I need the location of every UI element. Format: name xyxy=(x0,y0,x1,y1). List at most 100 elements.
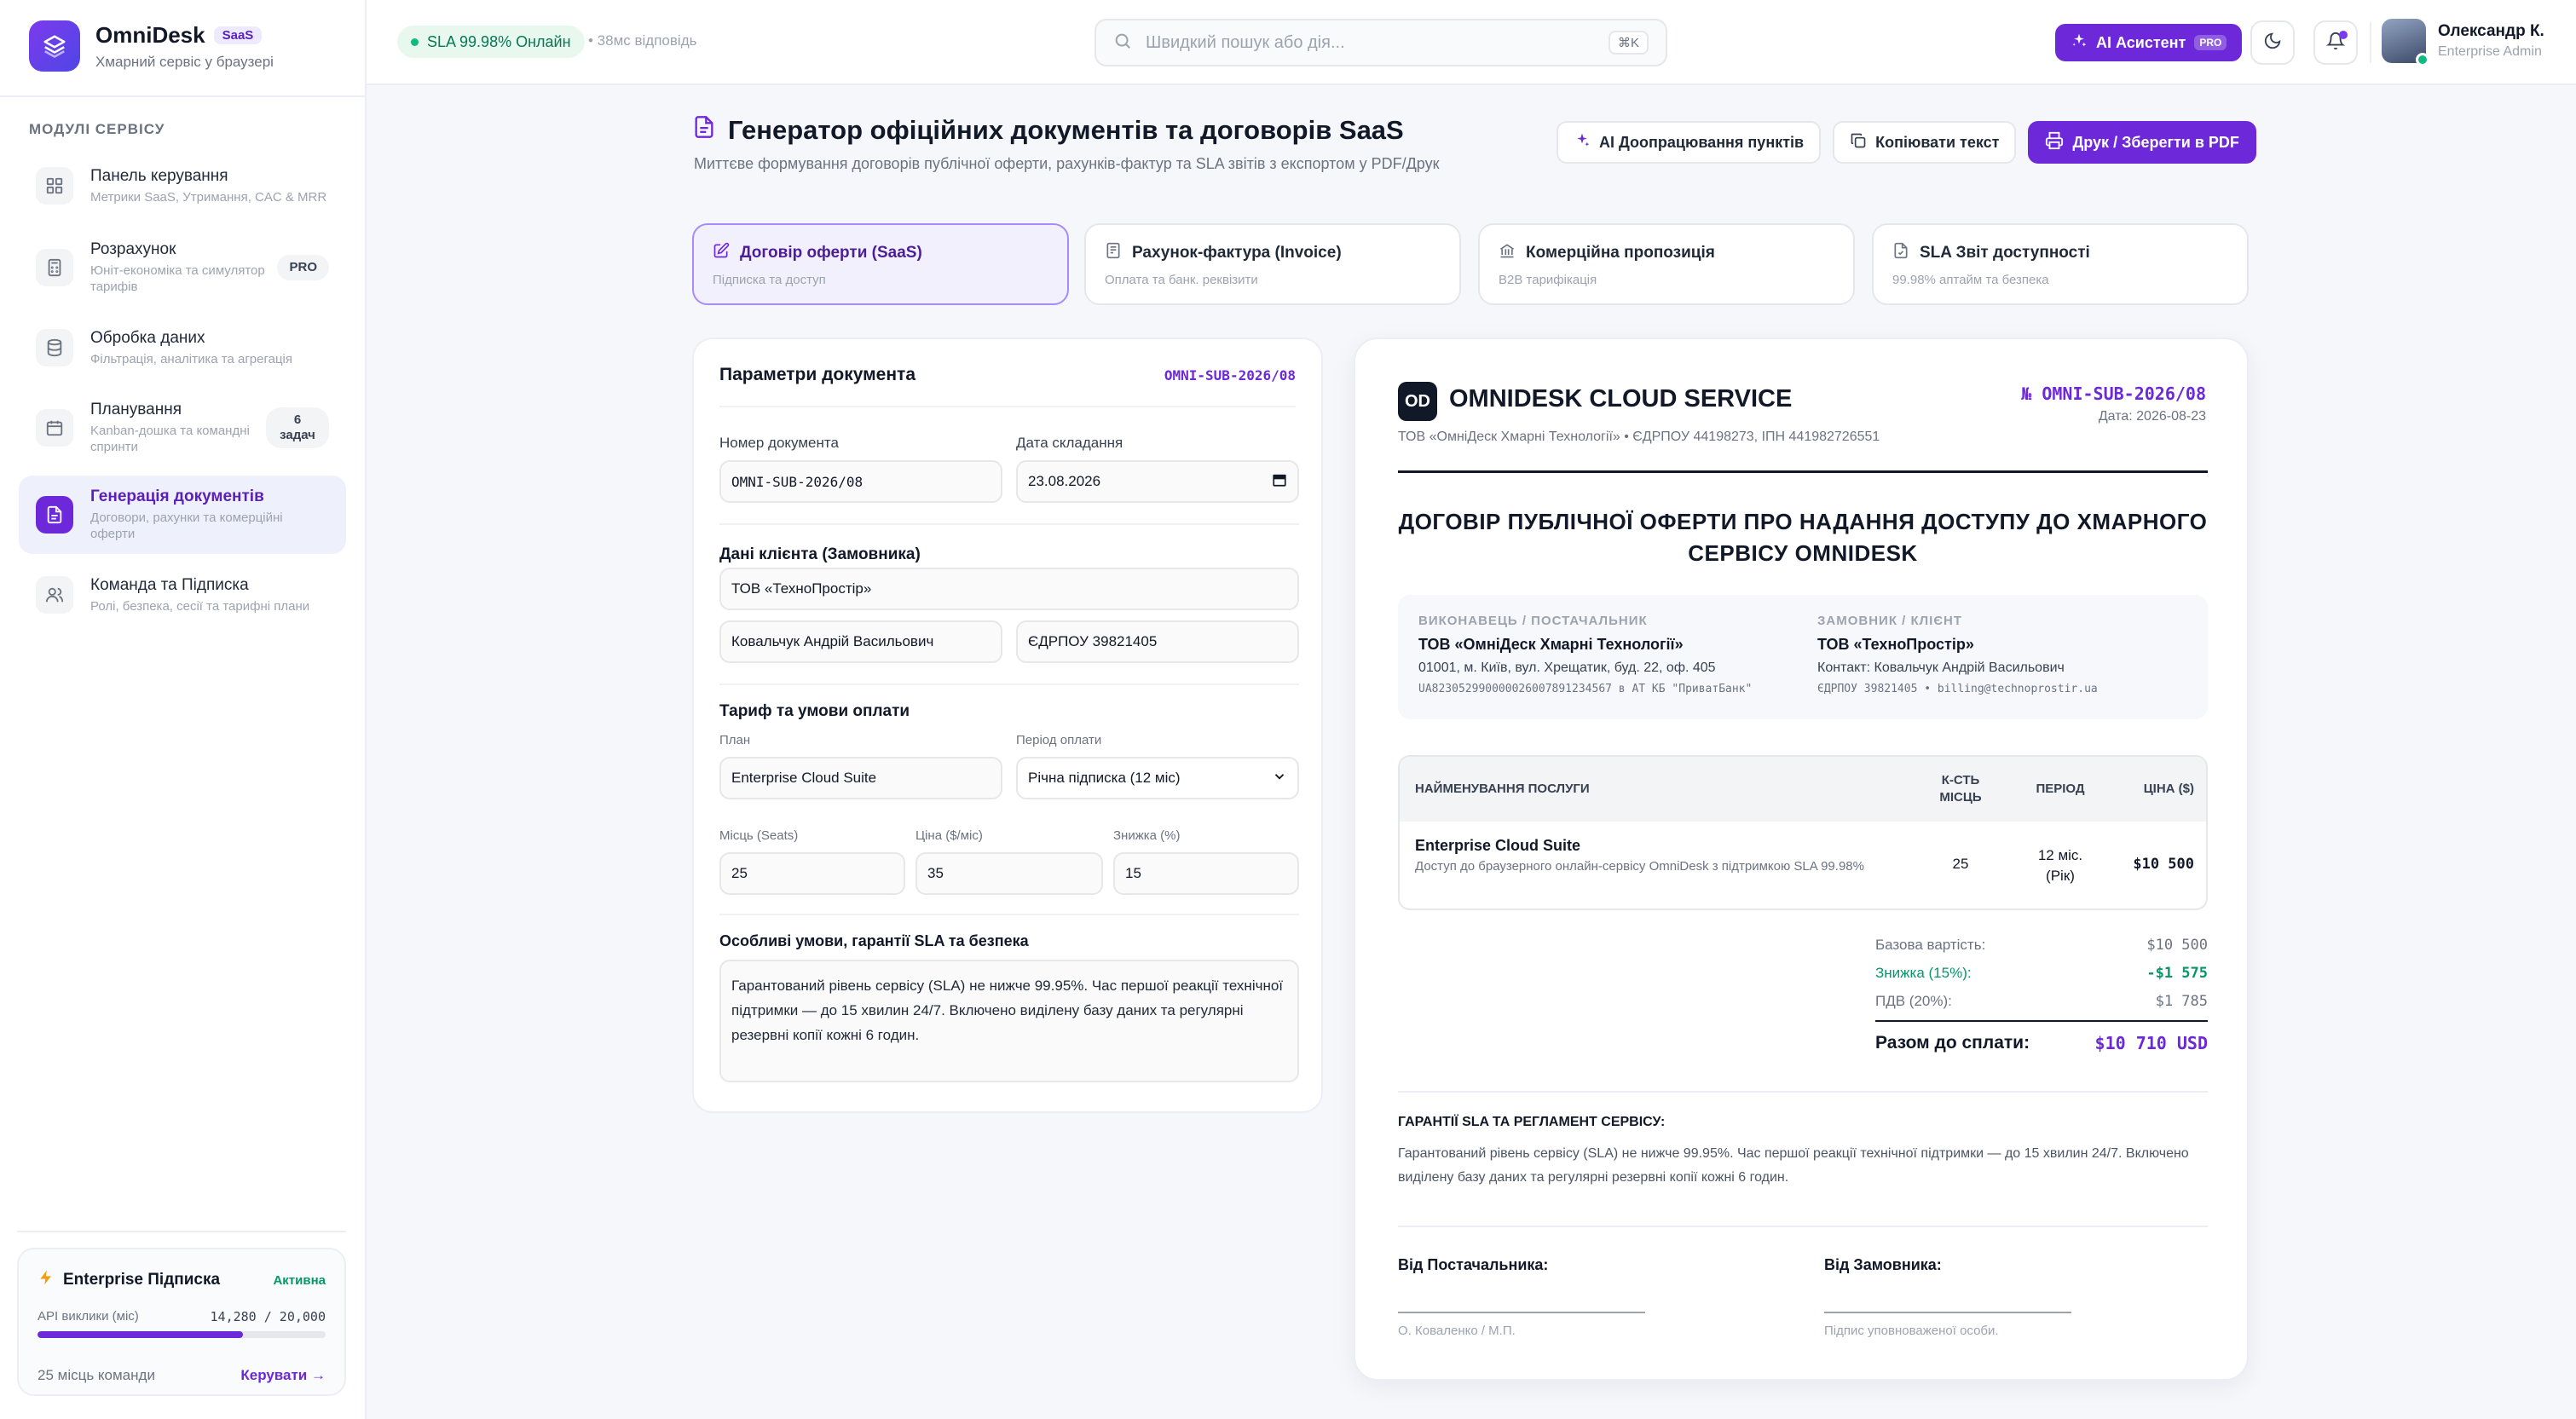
sidebar-item-desc: Kanban-дошка та командні спринти xyxy=(90,424,250,454)
vat-row: ПДВ (20%): $1 785 xyxy=(1875,987,2208,1015)
sidebar-item-label: Генерація документів xyxy=(90,487,264,505)
customer-contact: Контакт: Ковальчук Андрій Васильович xyxy=(1817,660,2065,675)
subscription-title: Enterprise Підписка xyxy=(63,1271,221,1289)
client-company-input[interactable]: ТОВ «ТехноПростір» xyxy=(719,568,1299,610)
printer-icon xyxy=(2045,131,2064,154)
user-role: Enterprise Admin xyxy=(2438,44,2542,59)
document-title: ДОГОВІР ПУБЛІЧНОЇ ОФЕРТИ ПРО НАДАННЯ ДОС… xyxy=(1398,509,2208,566)
brand[interactable]: OmniDesk SaaS Хмарний сервіс у браузері xyxy=(29,20,274,72)
api-usage-label: API виклики (міс) xyxy=(38,1309,139,1324)
manage-subscription-link[interactable]: Керувати → xyxy=(240,1367,326,1384)
executor-name: ТОВ «ОмніДеск Хмарні Технології» xyxy=(1418,636,1684,653)
total-value: $10 710 USD xyxy=(2094,1033,2208,1053)
calculator-icon xyxy=(36,249,73,286)
seats-label: Місць (Seats) xyxy=(719,828,799,843)
user-menu[interactable]: Олександр К. Enterprise Admin xyxy=(2382,19,2544,66)
doc-number-input[interactable]: OMNI-SUB-2026/08 xyxy=(719,460,1002,503)
copy-icon xyxy=(1850,132,1867,153)
seats-input[interactable]: 25 xyxy=(719,852,905,895)
terms-textarea[interactable]: Гарантований рівень сервісу (SLA) не ниж… xyxy=(719,960,1299,1082)
latency-text: • 38мс відповідь xyxy=(588,32,697,49)
print-pdf-button[interactable]: Друк / Зберегти в PDF xyxy=(2028,121,2256,164)
tab-sla-report[interactable]: SLA Звіт доступності 99.98% аптайм та бе… xyxy=(1872,223,2249,305)
column-seats: К-СТЬ МІСЦЬ xyxy=(1939,773,1982,805)
sidebar-item-label: Розрахунок xyxy=(90,240,176,258)
table-row: Enterprise Cloud Suite Доступ до браузер… xyxy=(1400,822,2206,909)
sidebar-item-team[interactable]: Команда та Підписка Ролі, безпека, сесії … xyxy=(19,566,346,624)
discount-row: Знижка (15%): -$1 575 xyxy=(1875,959,2208,987)
period-select[interactable]: Річна підписка (12 міс) xyxy=(1016,757,1299,799)
plan-input[interactable]: Enterprise Cloud Suite xyxy=(719,757,1002,799)
sidebar-item-documents[interactable]: Генерація документів Договори, рахунки та… xyxy=(19,476,346,554)
sidebar-item-calculation[interactable]: Розрахунок Юніт-економіка та симулятор та… xyxy=(19,235,346,300)
subscription-card: Enterprise Підписка Активна API виклики … xyxy=(17,1248,346,1396)
print-pdf-label: Друк / Зберегти в PDF xyxy=(2072,133,2239,151)
client-edrpou-input[interactable]: ЄДРПОУ 39821405 xyxy=(1016,620,1299,663)
page-subtitle: Миттєве формування договорів публічної о… xyxy=(694,155,1440,172)
sidebar: OmniDesk SaaS Хмарний сервіс у браузері М… xyxy=(0,0,367,1419)
tab-offer-agreement[interactable]: Договір оферти (SaaS) Підписка та доступ xyxy=(692,223,1069,305)
ai-assistant-button[interactable]: AI Асистент PRO xyxy=(2055,24,2243,61)
sidebar-section-title: МОДУЛІ СЕРВІСУ xyxy=(29,121,165,137)
client-contact-input[interactable]: Ковальчук Андрій Васильович xyxy=(719,620,1002,663)
price-input[interactable]: 35 xyxy=(915,852,1103,895)
copy-text-button[interactable]: Копіювати текст xyxy=(1833,121,2017,164)
api-usage-progress-fill xyxy=(38,1331,244,1338)
service-name: Enterprise Cloud Suite xyxy=(1415,837,1581,854)
service-price: $10 500 xyxy=(2133,856,2194,873)
column-service: НАЙМЕНУВАННЯ ПОСЛУГИ xyxy=(1415,782,1590,796)
executor-party: ВИКОНАВЕЦЬ / ПОСТАЧАЛЬНИК ТОВ «ОмніДеск … xyxy=(1418,614,1793,695)
calendar-icon[interactable] xyxy=(1272,472,1287,492)
price-label: Ціна ($/міс) xyxy=(915,828,983,843)
ai-assistant-label: AI Асистент xyxy=(2096,33,2186,51)
service-seats: 25 xyxy=(1952,856,1969,872)
file-check-icon xyxy=(1892,242,1909,264)
notifications-button[interactable] xyxy=(2313,20,2358,65)
preview-divider xyxy=(1398,1091,2208,1093)
table-header: НАЙМЕНУВАННЯ ПОСЛУГИ К-СТЬ МІСЦЬ ПЕРІОД … xyxy=(1400,757,2206,822)
sidebar-item-desc: Фільтрація, аналітика та агрегація xyxy=(90,351,293,366)
customer-party: ЗАМОВНИК / КЛІЄНТ ТОВ «ТехноПростір» Кон… xyxy=(1817,614,2192,695)
app-name: OmniDesk xyxy=(95,21,205,48)
discount-row-label: Знижка (15%): xyxy=(1875,964,1972,981)
receipt-icon xyxy=(1105,242,1122,264)
search-shortcut: ⌘K xyxy=(1608,31,1649,55)
plan-label: План xyxy=(719,733,751,747)
tab-title: Комерційна пропозиція xyxy=(1526,244,1715,262)
preview-divider xyxy=(1398,1226,2208,1227)
company-name: OMNIDESK CLOUD SERVICE xyxy=(1449,385,1793,412)
search-input[interactable]: Швидкий пошук або дія... ⌘K xyxy=(1095,19,1667,66)
theme-toggle-button[interactable] xyxy=(2250,20,2295,65)
sla-caption: ГАРАНТІЇ SLA ТА РЕГЛАМЕНТ СЕРВІСУ: xyxy=(1398,1115,1666,1129)
customer-signature: Від Замовника: Підпис уповноваженої особ… xyxy=(1824,1256,2182,1338)
tab-subtitle: 99.98% аптайм та безпека xyxy=(1892,273,2049,287)
base-cost-row: Базова вартість: $10 500 xyxy=(1875,931,2208,959)
sparkles-icon xyxy=(2071,32,2088,54)
dashboard-grid-icon xyxy=(36,167,73,205)
date-input[interactable]: 23.08.2026 xyxy=(1016,460,1299,503)
sla-status-pill: SLA 99.98% Онлайн xyxy=(397,26,585,58)
bank-icon xyxy=(1499,242,1516,264)
signature-line xyxy=(1398,1312,1645,1313)
date-value: 23.08.2026 xyxy=(1028,473,1101,489)
topbar: SLA 99.98% Онлайн • 38мс відповідь Швидк… xyxy=(367,0,2576,85)
tab-commercial-offer[interactable]: Комерційна пропозиція B2B тарифікація xyxy=(1478,223,1855,305)
discount-label: Знижка (%) xyxy=(1113,828,1181,843)
sidebar-item-dashboard[interactable]: Панель керування Метрики SaaS, Утримання,… xyxy=(19,157,346,215)
supplier-signature-caption: О. Коваленко / М.П. xyxy=(1398,1324,1516,1338)
parties-block: ВИКОНАВЕЦЬ / ПОСТАЧАЛЬНИК ТОВ «ОмніДеск … xyxy=(1398,595,2208,719)
moon-icon xyxy=(2263,32,2282,55)
search-placeholder: Швидкий пошук або дія... xyxy=(1146,32,1345,52)
discount-input[interactable]: 15 xyxy=(1113,852,1299,895)
tab-subtitle: Оплата та банк. реквізити xyxy=(1105,273,1258,287)
sidebar-item-planning[interactable]: Планування Kanban-дошка та командні сприн… xyxy=(19,395,346,460)
app-tagline: Хмарний сервіс у браузері xyxy=(95,53,274,70)
sidebar-item-data-processing[interactable]: Обробка даних Фільтрація, аналітика та аг… xyxy=(19,319,346,377)
customer-signature-caption: Підпис уповноваженої особи. xyxy=(1824,1324,1999,1338)
user-divider xyxy=(2370,22,2371,63)
tab-invoice[interactable]: Рахунок-фактура (Invoice) Оплата та банк… xyxy=(1084,223,1461,305)
user-name: Олександр К. xyxy=(2438,22,2544,40)
api-usage-value: 14,280 / 20,000 xyxy=(210,1309,326,1324)
tab-subtitle: Підписка та доступ xyxy=(713,273,826,287)
ai-refine-button[interactable]: AI Доопрацювання пунктів xyxy=(1557,121,1822,164)
